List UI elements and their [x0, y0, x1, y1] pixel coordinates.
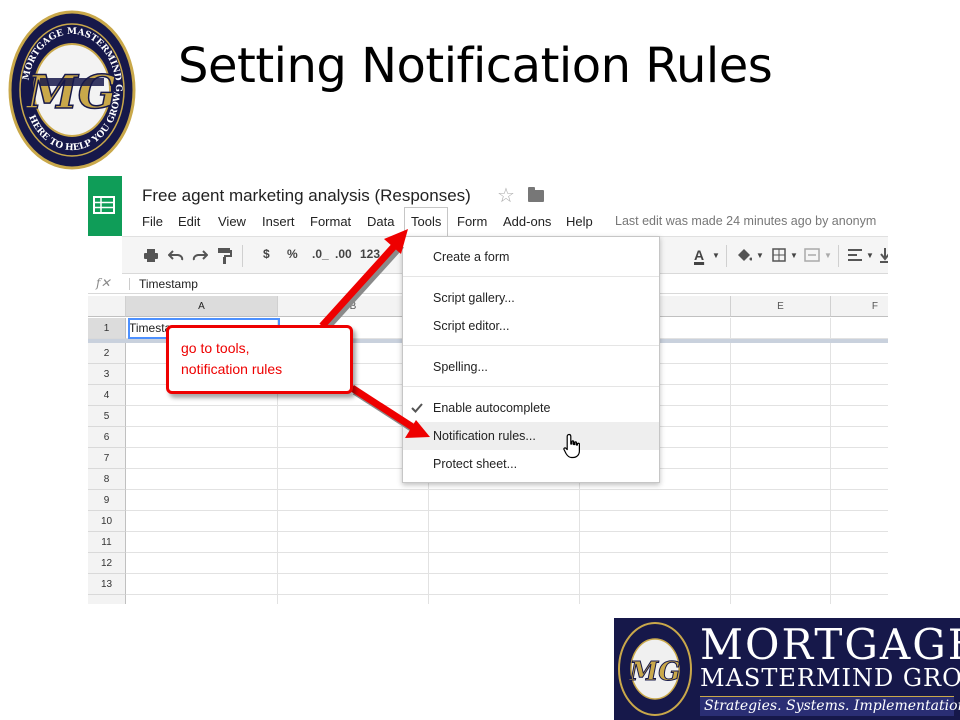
callout-line: go to tools,: [181, 340, 250, 356]
arrow-to-notification-rules: [350, 385, 430, 438]
annotation-arrows: [319, 229, 430, 438]
arrow-to-tools-menu: [319, 229, 408, 332]
callout-line: notification rules: [181, 361, 283, 377]
instruction-callout: go to tools, notification rules: [166, 325, 353, 394]
hand-pointer-icon: [563, 433, 580, 459]
